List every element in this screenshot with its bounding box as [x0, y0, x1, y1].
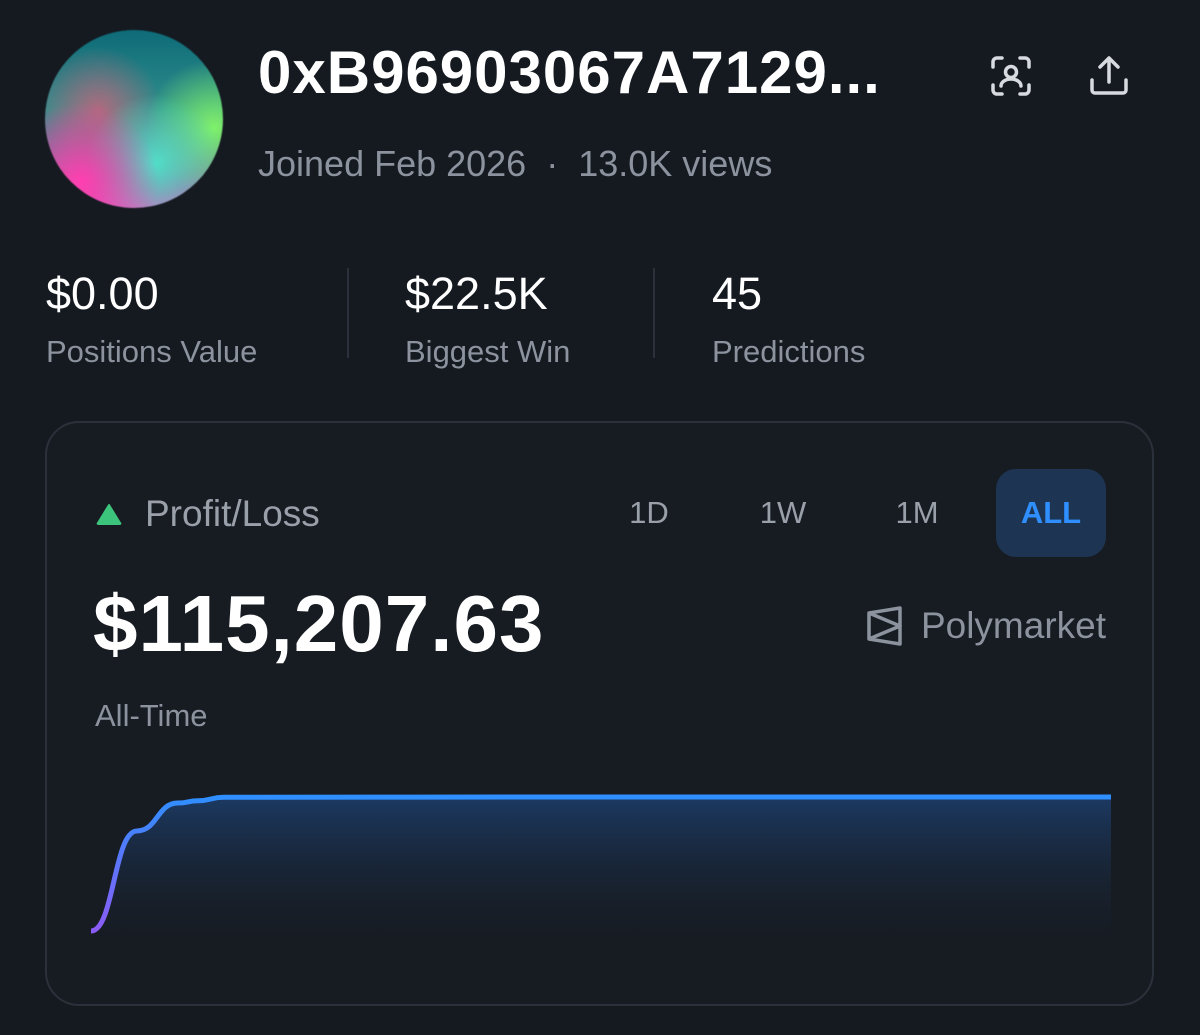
- view-count: 13.0K views: [578, 143, 773, 184]
- stat-label: Positions Value: [46, 334, 258, 369]
- stat-biggest-win: $22.5K Biggest Win: [405, 268, 570, 370]
- profile-meta: Joined Feb 2026 · 13.0K views: [258, 143, 772, 185]
- stat-label: Predictions: [712, 334, 866, 369]
- pnl-heading: Profit/Loss: [95, 493, 320, 535]
- stat-predictions: 45 Predictions: [712, 268, 865, 370]
- polymarket-brand: Polymarket: [865, 605, 1106, 647]
- stat-divider: [653, 268, 655, 358]
- chart-area: [91, 797, 1111, 941]
- stat-divider: [347, 268, 349, 358]
- brand-name: Polymarket: [920, 605, 1106, 646]
- pnl-amount: $115,207.63: [93, 579, 545, 668]
- profile-address: 0xB96903067A7129...: [258, 39, 881, 106]
- pnl-card: Profit/Loss 1D 1W 1M ALL $115,207.63 Pol…: [45, 421, 1154, 1006]
- polymarket-logo-icon: [867, 606, 902, 646]
- stat-value: $22.5K: [405, 268, 548, 319]
- pnl-label: Profit/Loss: [145, 493, 320, 534]
- avatar: [45, 30, 223, 208]
- stat-value: 45: [712, 268, 763, 319]
- triangle-up-icon: [96, 504, 122, 525]
- share-button[interactable]: [1083, 50, 1135, 102]
- pnl-period: All-Time: [95, 698, 208, 733]
- stat-positions-value: $0.00 Positions Value: [46, 268, 257, 370]
- stat-value: $0.00: [46, 268, 159, 319]
- tab-1m[interactable]: 1M: [862, 469, 972, 557]
- joined-date: Joined Feb 2026: [258, 143, 527, 184]
- scan-person-icon: [991, 56, 1031, 96]
- stat-label: Biggest Win: [405, 334, 571, 369]
- pnl-chart: [91, 794, 1111, 941]
- timeframe-tabs: 1D 1W 1M ALL: [570, 469, 1106, 557]
- tab-1w[interactable]: 1W: [728, 469, 838, 557]
- tab-all[interactable]: ALL: [996, 469, 1106, 557]
- share-upload-icon: [1090, 56, 1128, 95]
- scan-profile-button[interactable]: [985, 50, 1037, 102]
- tab-1d[interactable]: 1D: [594, 469, 704, 557]
- meta-separator: ·: [546, 143, 559, 184]
